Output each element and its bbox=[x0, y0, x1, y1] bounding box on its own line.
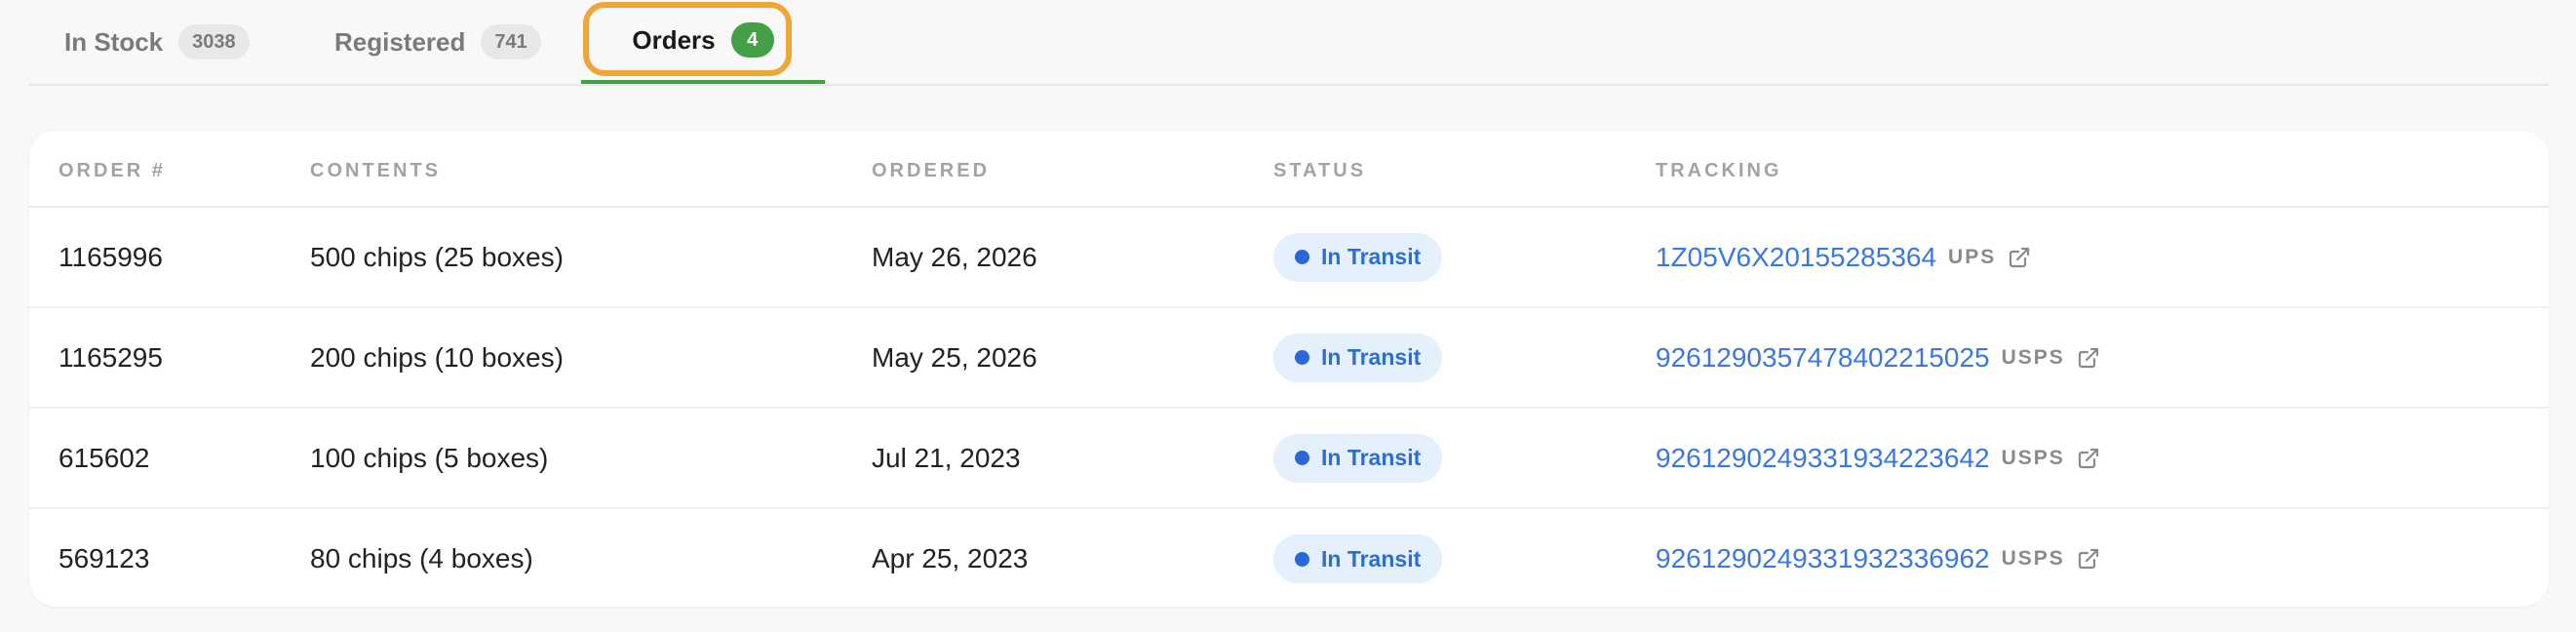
tab-orders[interactable]: Orders 4 bbox=[581, 0, 825, 84]
carrier-label: UPS bbox=[1948, 245, 1997, 268]
tab-label: In Stock bbox=[64, 26, 164, 57]
table-row: 615602 100 chips (5 boxes) Jul 21, 2023 … bbox=[29, 408, 2549, 508]
column-header-contents: CONTENTS bbox=[310, 131, 872, 208]
status-cell: In Transit bbox=[1273, 307, 1656, 408]
status-cell: In Transit bbox=[1273, 408, 1656, 508]
status-label: In Transit bbox=[1321, 445, 1422, 470]
orders-table: ORDER # CONTENTS ORDERED STATUS TRACKING… bbox=[29, 131, 2549, 607]
order-contents: 500 chips (25 boxes) bbox=[310, 241, 564, 272]
tracking-cell: 9261290249331932336962 USPS bbox=[1656, 508, 2549, 607]
column-header-status: STATUS bbox=[1273, 131, 1656, 208]
status-label: In Transit bbox=[1321, 244, 1422, 269]
column-header-order: ORDER # bbox=[29, 131, 310, 208]
status-cell: In Transit bbox=[1273, 508, 1656, 607]
carrier-label: USPS bbox=[2001, 345, 2065, 369]
tab-label: Registered bbox=[334, 26, 466, 57]
status-badge: In Transit bbox=[1273, 433, 1443, 483]
order-contents: 200 chips (10 boxes) bbox=[310, 341, 564, 373]
order-date: Apr 25, 2023 bbox=[872, 543, 1029, 573]
tab-label: Orders bbox=[632, 24, 716, 55]
tracking-link[interactable]: 9261290357478402215025 bbox=[1656, 342, 1990, 374]
external-link-icon[interactable] bbox=[2077, 547, 2100, 571]
status-dot-icon bbox=[1295, 551, 1309, 567]
tab-registered[interactable]: Registered 741 bbox=[334, 0, 541, 84]
tab-in-stock[interactable]: In Stock 3038 bbox=[64, 0, 250, 84]
order-number: 615602 bbox=[59, 442, 150, 473]
external-link-icon[interactable] bbox=[2008, 246, 2031, 269]
tracking-cell: 9261290249331934223642 USPS bbox=[1656, 408, 2549, 508]
table-header-row: ORDER # CONTENTS ORDERED STATUS TRACKING bbox=[29, 131, 2549, 208]
orders-table-card: ORDER # CONTENTS ORDERED STATUS TRACKING… bbox=[29, 131, 2549, 607]
status-badge: In Transit bbox=[1273, 534, 1443, 583]
external-link-icon[interactable] bbox=[2077, 447, 2100, 470]
tracking-cell: 1Z05V6X20155285364 UPS bbox=[1656, 207, 2549, 307]
tracking-link[interactable]: 9261290249331932336962 bbox=[1656, 543, 1990, 574]
tab-count-badge: 3038 bbox=[178, 24, 250, 59]
order-date: May 26, 2026 bbox=[872, 241, 1037, 272]
tab-bar: In Stock 3038 Registered 741 Orders 4 bbox=[29, 0, 2549, 86]
order-number: 569123 bbox=[59, 543, 150, 573]
status-dot-icon bbox=[1295, 250, 1309, 264]
tracking-link[interactable]: 9261290249331934223642 bbox=[1656, 443, 1990, 474]
status-badge: In Transit bbox=[1273, 232, 1443, 282]
carrier-label: USPS bbox=[2001, 446, 2065, 469]
column-header-ordered: ORDERED bbox=[872, 131, 1273, 208]
status-dot-icon bbox=[1295, 451, 1309, 465]
carrier-label: USPS bbox=[2001, 547, 2065, 570]
order-number: 1165295 bbox=[59, 341, 163, 373]
status-dot-icon bbox=[1295, 350, 1309, 365]
order-contents: 80 chips (4 boxes) bbox=[310, 543, 533, 573]
status-badge: In Transit bbox=[1273, 333, 1443, 382]
order-date: Jul 21, 2023 bbox=[872, 442, 1021, 473]
tab-count-badge: 741 bbox=[481, 24, 541, 59]
table-row: 1165295 200 chips (10 boxes) May 25, 202… bbox=[29, 307, 2549, 408]
table-row: 569123 80 chips (4 boxes) Apr 25, 2023 I… bbox=[29, 508, 2549, 607]
order-number: 1165996 bbox=[59, 241, 163, 272]
order-contents: 100 chips (5 boxes) bbox=[310, 442, 549, 473]
status-label: In Transit bbox=[1321, 344, 1422, 370]
tab-count-badge: 4 bbox=[730, 22, 774, 58]
status-label: In Transit bbox=[1321, 545, 1422, 572]
column-header-tracking: TRACKING bbox=[1656, 131, 2549, 208]
tracking-link[interactable]: 1Z05V6X20155285364 bbox=[1656, 242, 1936, 273]
table-row: 1165996 500 chips (25 boxes) May 26, 202… bbox=[29, 207, 2549, 307]
status-cell: In Transit bbox=[1273, 207, 1656, 307]
tracking-cell: 9261290357478402215025 USPS bbox=[1656, 307, 2549, 408]
external-link-icon[interactable] bbox=[2077, 346, 2100, 370]
order-date: May 25, 2026 bbox=[872, 341, 1037, 373]
